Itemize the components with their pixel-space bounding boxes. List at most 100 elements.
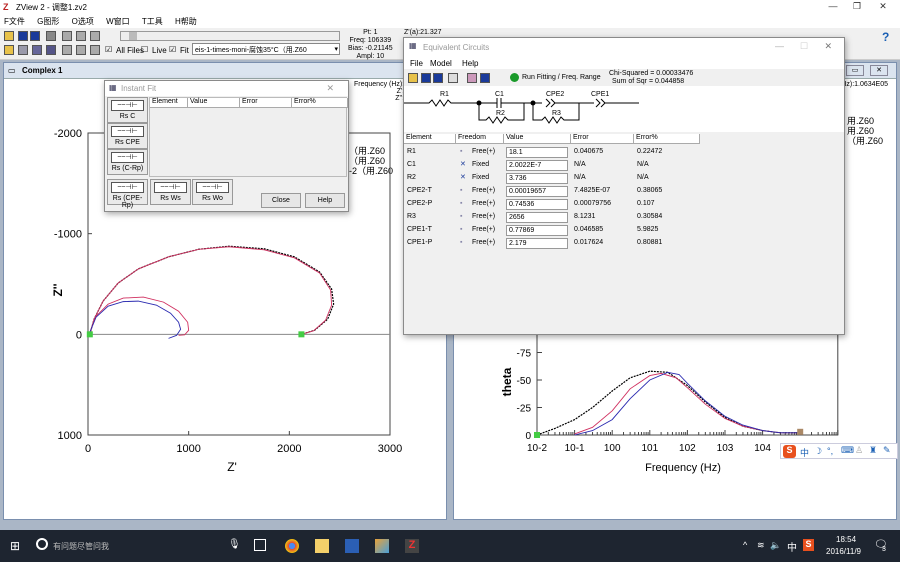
skin-icon[interactable]: ♜	[869, 445, 877, 456]
element-cell: C1	[407, 161, 416, 168]
value-input[interactable]: 2.179	[506, 238, 568, 249]
free-toggle-icon[interactable]: ▪	[460, 198, 462, 210]
fit-results-table: Element Value Error Error%	[149, 97, 348, 177]
dialog-menu: File Model Help	[404, 56, 844, 69]
cortana-icon[interactable]	[36, 538, 48, 550]
value-input[interactable]: 0.74536	[506, 199, 568, 210]
maximize-icon[interactable]: ☐	[800, 41, 808, 52]
freedom-cell[interactable]: Fixed	[472, 172, 489, 184]
keyboard-icon[interactable]: ⌨	[841, 445, 854, 456]
error-cell: N/A	[574, 174, 586, 181]
fixed-toggle-icon[interactable]: ✕	[460, 172, 466, 184]
model-button[interactable]: ~~⊣⊢ Rs Wo	[192, 179, 233, 205]
value-input[interactable]: 2.0022E-7	[506, 160, 568, 171]
x-tick-label: 3000	[378, 443, 402, 455]
x-tick-label: 101	[641, 443, 658, 454]
freedom-cell[interactable]: Free(+)	[472, 237, 495, 249]
minimize-icon[interactable]: —	[775, 41, 784, 51]
model-label: Rs (CPE-Rp)	[112, 195, 143, 209]
dialog-header: ▦ Instant Fit ✕	[105, 81, 348, 96]
menu-file[interactable]: File	[410, 59, 423, 68]
data-marker	[298, 331, 305, 338]
network-icon[interactable]: ≋	[757, 540, 765, 551]
task-view-icon[interactable]	[254, 539, 266, 551]
fixed-toggle-icon[interactable]: ✕	[460, 159, 466, 171]
freedom-cell[interactable]: Free(+)	[472, 211, 495, 223]
error-percent-cell: 0.107	[637, 200, 655, 207]
copy-icon[interactable]	[467, 73, 477, 83]
export-icon[interactable]	[480, 73, 490, 83]
free-toggle-icon[interactable]: ▪	[460, 211, 462, 223]
column-header: Error	[571, 134, 634, 144]
model-button[interactable]: ~~⊣⊢ Rs CPE	[107, 123, 148, 149]
table-row: CPE2-P ▪ Free(+) 0.74536 0.00079756 0.10…	[404, 198, 700, 211]
error-cell: 8.1231	[574, 213, 596, 220]
file-explorer-icon[interactable]	[315, 539, 329, 553]
help-button[interactable]: Help	[305, 193, 345, 208]
paint-icon[interactable]	[375, 539, 389, 553]
error-percent-cell: 0.22472	[637, 148, 663, 155]
save-as-icon[interactable]	[433, 73, 443, 83]
freedom-cell[interactable]: Free(+)	[472, 185, 495, 197]
freedom-cell[interactable]: Free(+)	[472, 224, 495, 236]
value-input[interactable]: 18.1	[506, 147, 568, 158]
circuit-label-cpe2: CPE2	[546, 91, 565, 98]
freedom-cell[interactable]: Free(+)	[472, 198, 495, 210]
ime-indicator[interactable]: 中	[787, 539, 797, 554]
error-cell: 7.4825E-07	[574, 187, 611, 194]
close-button[interactable]: Close	[261, 193, 301, 208]
dialog-close-icon[interactable]: ✕	[326, 83, 334, 94]
microphone-icon[interactable]: 🎙	[228, 539, 241, 550]
ime-language[interactable]: 中	[800, 446, 809, 459]
value-input[interactable]: 3.736	[506, 173, 568, 184]
freedom-cell[interactable]: Fixed	[472, 159, 489, 171]
chevron-up-icon[interactable]: ^	[743, 540, 747, 550]
open-icon[interactable]	[408, 73, 418, 83]
model-button[interactable]: ~~⊣⊢ Rs Ws	[150, 179, 191, 205]
ime-toolbar[interactable]: S 中 ☽ °, ⌨ ♙ ♜ ✎	[780, 443, 898, 459]
value-input[interactable]: 2656	[506, 212, 568, 223]
element-cell: R3	[407, 213, 416, 220]
circuit-icon: ~~⊣⊢	[111, 100, 144, 111]
value-input[interactable]: 0.00019657	[506, 186, 568, 197]
user-icon[interactable]: ♙	[855, 445, 863, 456]
freedom-cell[interactable]: Free(+)	[472, 146, 495, 158]
zview-taskbar-icon[interactable]: Z	[405, 539, 419, 553]
menu-model[interactable]: Model	[430, 59, 452, 68]
print-icon[interactable]	[448, 73, 458, 83]
value-input[interactable]: 0.77869	[506, 225, 568, 236]
circuit-icon: ~~⊣⊢	[111, 126, 144, 137]
model-label: Rs (C-Rp)	[111, 165, 144, 172]
error-cell: 0.017624	[574, 239, 604, 246]
table-row: CPE2-T ▪ Free(+) 0.00019657 7.4825E-07 0…	[404, 185, 700, 198]
chi-squared: Chi-Squared = 0.00033476	[609, 70, 694, 77]
free-toggle-icon[interactable]: ▪	[460, 146, 462, 158]
run-status-icon	[510, 73, 519, 82]
model-button[interactable]: ~~⊣⊢ Rs (C-Rp)	[107, 149, 148, 175]
close-icon[interactable]: ✕	[824, 41, 832, 52]
save-icon[interactable]	[421, 73, 431, 83]
y-tick-label: -1000	[54, 229, 82, 241]
run-fitting-button[interactable]: Run Fitting / Freq. Range	[522, 74, 601, 81]
equivalent-circuits-dialog: ▦ Equivalent Circuits — ☐ ✕ File Model H…	[403, 37, 845, 335]
wrench-icon[interactable]: ✎	[883, 445, 891, 456]
error-percent-cell: 5.9825	[637, 226, 659, 233]
parameter-table: Element Freedom Value Error Error% R1 ▪ …	[404, 134, 700, 334]
sogou-tray-icon[interactable]: S	[803, 539, 814, 551]
search-box[interactable]: 有问题尽管问我	[53, 541, 109, 552]
clock-time[interactable]: 18:54	[836, 535, 856, 544]
punctuation-icon[interactable]: °,	[827, 446, 833, 456]
model-button[interactable]: ~~⊣⊢ Rs C	[107, 97, 148, 123]
clock-date[interactable]: 2016/11/9	[826, 547, 861, 556]
menu-help[interactable]: Help	[462, 59, 478, 68]
free-toggle-icon[interactable]: ▪	[460, 185, 462, 197]
model-button[interactable]: ~~⊣⊢ Rs (CPE-Rp)	[107, 179, 148, 209]
windows-start-icon[interactable]: ⊞	[10, 539, 20, 553]
moon-icon[interactable]: ☽	[814, 446, 822, 457]
element-cell: CPE2-T	[407, 187, 432, 194]
chrome-icon[interactable]	[285, 539, 299, 553]
volume-icon[interactable]: 🔈	[770, 540, 781, 551]
word-icon[interactable]	[345, 539, 359, 553]
free-toggle-icon[interactable]: ▪	[460, 237, 462, 249]
free-toggle-icon[interactable]: ▪	[460, 224, 462, 236]
